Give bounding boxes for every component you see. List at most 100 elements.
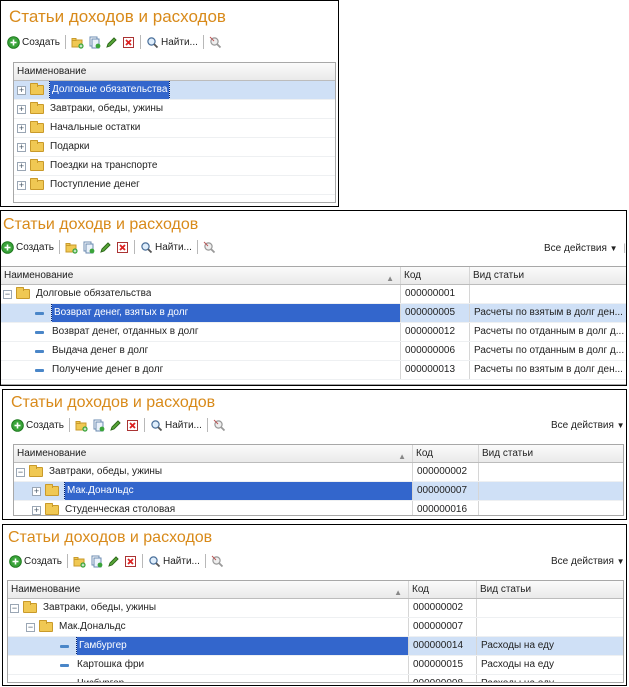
table-row[interactable]: − Долговые обязательства 000000001	[1, 285, 626, 304]
items-table: Наименование + Долговые обязательства + …	[13, 62, 336, 203]
clear-search-icon	[209, 36, 222, 49]
name-cell: + Подарки	[14, 138, 335, 156]
find-button[interactable]: Найти...	[146, 33, 198, 51]
table-row[interactable]: + Поступление денег	[14, 176, 335, 195]
create-label: Создать	[22, 36, 61, 48]
type-cell: Расходы на еду	[476, 637, 623, 655]
add-folder-button[interactable]	[75, 416, 88, 434]
type-cell	[478, 501, 623, 515]
expand-toggle-icon[interactable]: +	[32, 486, 41, 496]
add-folder-button[interactable]	[65, 238, 78, 256]
code-cell: 000000001	[400, 285, 469, 303]
table-row[interactable]: Картошка фри 000000015 Расходы на еду	[8, 656, 623, 675]
all-actions-menu[interactable]: Все действия ▼ |	[551, 556, 626, 567]
expand-toggle-icon[interactable]: +	[17, 123, 26, 133]
table-row[interactable]: + Подарки	[14, 138, 335, 157]
edit-button[interactable]	[109, 416, 122, 434]
create-button[interactable]: Создать	[1, 238, 54, 256]
copy-button[interactable]	[92, 416, 105, 434]
edit-button[interactable]	[107, 552, 120, 570]
find-label: Найти...	[161, 36, 198, 48]
collapse-toggle-icon[interactable]: −	[26, 622, 35, 632]
row-label: Мак.Дональдс	[59, 621, 126, 632]
column-header-type[interactable]: Вид статьи	[476, 581, 623, 598]
row-label: Долговые обязательства	[48, 81, 171, 99]
copy-button[interactable]	[88, 33, 101, 51]
sort-icon[interactable]: ▲	[386, 270, 394, 287]
column-header-type[interactable]: Вид статьи	[469, 267, 626, 284]
clear-search-button[interactable]	[203, 238, 216, 256]
code-cell: 000000002	[412, 463, 478, 481]
clear-search-button[interactable]	[211, 552, 224, 570]
expand-toggle-icon[interactable]: +	[17, 142, 26, 152]
item-icon	[35, 349, 44, 353]
clear-search-button[interactable]	[213, 416, 226, 434]
table-row[interactable]: Возврат денег, взятых в долг 000000005 Р…	[1, 304, 626, 323]
find-button[interactable]: Найти...	[150, 416, 202, 434]
sort-icon[interactable]: ▲	[394, 584, 402, 601]
expand-toggle-icon[interactable]: +	[17, 180, 26, 190]
table-row[interactable]: + Студенческая столовая 000000016	[14, 501, 623, 515]
table-row[interactable]: − Завтраки, обеды, ужины 000000002	[8, 599, 623, 618]
copy-button[interactable]	[90, 552, 103, 570]
table-row[interactable]: + Завтраки, обеды, ужины	[14, 100, 335, 119]
table-row[interactable]: Возврат денег, отданных в долг 000000012…	[1, 323, 626, 342]
edit-button[interactable]	[105, 33, 118, 51]
column-header-code[interactable]: Код	[408, 581, 476, 598]
edit-button[interactable]	[99, 238, 112, 256]
add-folder-button[interactable]	[71, 33, 84, 51]
sort-icon[interactable]: ▲	[398, 448, 406, 465]
expand-toggle-icon[interactable]: +	[17, 85, 26, 95]
folder-icon	[45, 484, 59, 496]
column-header-name[interactable]: Наименование ▲	[14, 445, 412, 462]
delete-button[interactable]	[124, 552, 137, 570]
copy-button[interactable]	[82, 238, 95, 256]
row-label: Поездки на транспорте	[50, 160, 158, 171]
all-actions-menu[interactable]: Все действия ▼ |	[551, 420, 626, 431]
expand-toggle-icon[interactable]: +	[32, 505, 41, 515]
clear-search-button[interactable]	[209, 33, 222, 51]
table-row[interactable]: + Мак.Дональдс 000000007	[14, 482, 623, 501]
find-button[interactable]: Найти...	[140, 238, 192, 256]
table-row[interactable]: Чизбургер 000000008 Расходы на еду	[8, 675, 623, 682]
table-row[interactable]: − Завтраки, обеды, ужины 000000002	[14, 463, 623, 482]
collapse-toggle-icon[interactable]: −	[3, 289, 12, 299]
create-label: Создать	[16, 241, 55, 253]
create-button[interactable]: Создать	[7, 33, 60, 51]
delete-button[interactable]	[122, 33, 135, 51]
add-folder-button[interactable]	[73, 552, 86, 570]
table-row[interactable]: + Поездки на транспорте	[14, 157, 335, 176]
find-button[interactable]: Найти...	[148, 552, 200, 570]
toolbar-separator	[144, 418, 146, 432]
table-row[interactable]: Получение денег в долг 000000013 Расчеты…	[1, 361, 626, 380]
toolbar: Создать Найти...	[9, 551, 228, 571]
column-header-name[interactable]: Наименование	[14, 63, 335, 80]
column-header-code[interactable]: Код	[400, 267, 469, 284]
table-row[interactable]: + Начальные остатки	[14, 119, 335, 138]
all-actions-menu[interactable]: Все действия ▼ | (	[544, 243, 626, 254]
column-header-code[interactable]: Код	[412, 445, 478, 462]
collapse-toggle-icon[interactable]: −	[10, 603, 19, 613]
column-header-type[interactable]: Вид статьи	[478, 445, 623, 462]
create-button[interactable]: Создать	[11, 416, 64, 434]
expand-toggle-icon[interactable]: +	[17, 104, 26, 114]
code-cell: 000000006	[400, 342, 469, 360]
table-row[interactable]: Выдача денег в долг 000000006 Расчеты по…	[1, 342, 626, 361]
clear-search-icon	[213, 419, 226, 432]
create-button[interactable]: Создать	[9, 552, 62, 570]
folder-icon	[45, 503, 59, 515]
column-header-name[interactable]: Наименование ▲	[1, 267, 400, 284]
collapse-toggle-icon[interactable]: −	[16, 467, 25, 477]
delete-button[interactable]	[126, 416, 139, 434]
table-row[interactable]: Гамбургер 000000014 Расходы на еду	[8, 637, 623, 656]
column-header-name[interactable]: Наименование ▲	[8, 581, 408, 598]
type-cell	[478, 482, 623, 500]
delete-button[interactable]	[116, 238, 129, 256]
name-cell: Картошка фри	[8, 656, 408, 674]
expand-toggle-icon[interactable]: +	[17, 161, 26, 171]
table-row[interactable]: − Мак.Дональдс 000000007	[8, 618, 623, 637]
column-header-name-label: Наименование	[11, 584, 81, 595]
find-label: Найти...	[165, 419, 202, 431]
row-label: Получение денег в долг	[52, 364, 164, 375]
table-row[interactable]: + Долговые обязательства	[14, 81, 335, 100]
